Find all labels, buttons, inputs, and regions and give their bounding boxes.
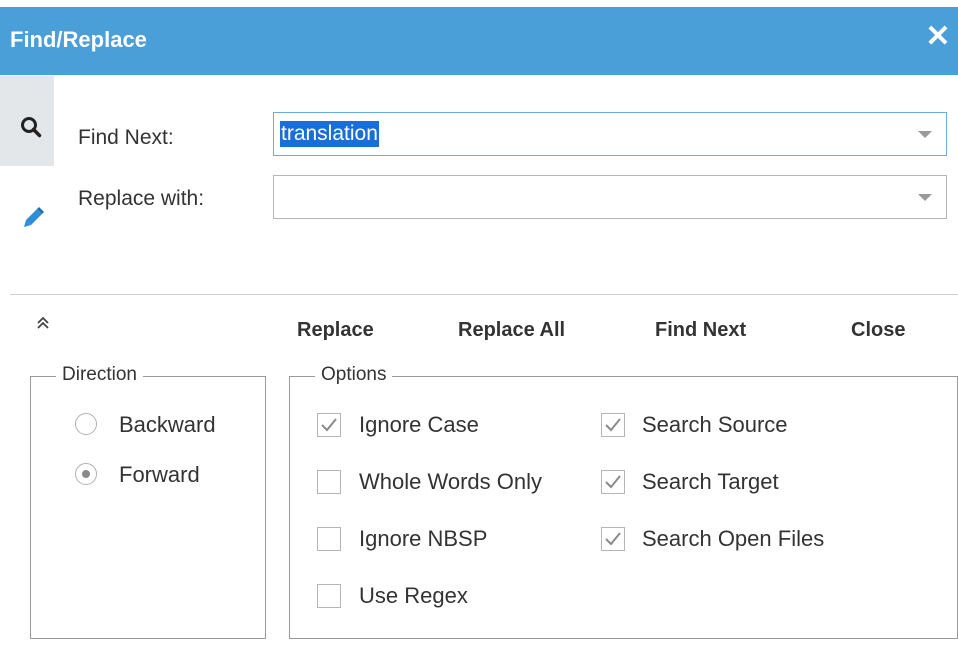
replace-all-button[interactable]: Replace All bbox=[458, 319, 565, 342]
ignore-nbsp-label[interactable]: Ignore NBSP bbox=[359, 526, 487, 552]
checkbox-search-source[interactable] bbox=[601, 413, 625, 437]
checkmark-icon bbox=[605, 532, 621, 546]
radio-forward-label[interactable]: Forward bbox=[119, 462, 200, 488]
chevron-down-icon[interactable] bbox=[918, 194, 932, 201]
dialog-title: Find/Replace bbox=[10, 27, 147, 52]
checkbox-whole-words-only[interactable] bbox=[317, 470, 341, 494]
replace-with-label: Replace with: bbox=[78, 187, 205, 210]
search-open-files-label[interactable]: Search Open Files bbox=[642, 526, 824, 552]
radio-backward-label[interactable]: Backward bbox=[119, 412, 216, 438]
use-regex-label[interactable]: Use Regex bbox=[359, 583, 468, 609]
radio-selected-dot bbox=[82, 470, 90, 478]
options-legend: Options bbox=[315, 364, 393, 386]
divider bbox=[10, 294, 958, 295]
direction-legend: Direction bbox=[56, 364, 143, 386]
find-input-value: translation bbox=[280, 121, 379, 147]
pencil-icon bbox=[22, 204, 46, 235]
search-icon bbox=[20, 116, 42, 143]
replace-input[interactable] bbox=[273, 175, 947, 219]
find-next-button[interactable]: Find Next bbox=[655, 319, 746, 342]
find-input[interactable]: translation bbox=[273, 112, 947, 156]
tab-find[interactable] bbox=[0, 76, 54, 166]
whole-words-only-label[interactable]: Whole Words Only bbox=[359, 469, 542, 495]
search-source-label[interactable]: Search Source bbox=[642, 412, 788, 438]
replace-button[interactable]: Replace bbox=[297, 319, 374, 342]
ignore-case-label[interactable]: Ignore Case bbox=[359, 412, 479, 438]
close-button[interactable]: Close bbox=[851, 319, 905, 342]
checkbox-ignore-nbsp[interactable] bbox=[317, 527, 341, 551]
collapse-icon[interactable] bbox=[36, 316, 50, 335]
checkbox-search-target[interactable] bbox=[601, 470, 625, 494]
checkbox-search-open-files[interactable] bbox=[601, 527, 625, 551]
search-target-label[interactable]: Search Target bbox=[642, 469, 779, 495]
close-icon[interactable]: ✕ bbox=[923, 20, 953, 54]
checkbox-use-regex[interactable] bbox=[317, 584, 341, 608]
radio-forward[interactable] bbox=[75, 463, 97, 485]
checkmark-icon bbox=[605, 475, 621, 489]
checkmark-icon bbox=[321, 418, 337, 432]
find-next-label: Find Next: bbox=[78, 126, 174, 149]
chevron-down-icon[interactable] bbox=[918, 131, 932, 138]
checkmark-icon bbox=[605, 418, 621, 432]
checkbox-ignore-case[interactable] bbox=[317, 413, 341, 437]
tab-replace[interactable] bbox=[14, 196, 48, 236]
radio-backward[interactable] bbox=[75, 413, 97, 435]
